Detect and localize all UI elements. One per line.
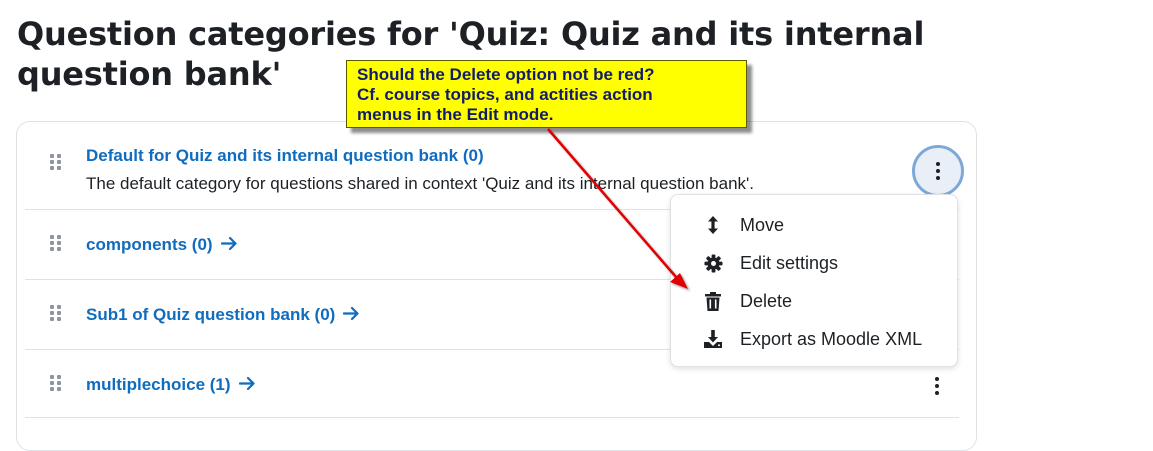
category-link[interactable]: multiplechoice (1) [86, 375, 256, 395]
menu-item-label: Delete [740, 290, 793, 311]
drag-handle-icon[interactable] [50, 235, 62, 251]
category-label: components (0) [86, 235, 213, 254]
category-link[interactable]: Default for Quiz and its internal questi… [86, 146, 484, 166]
actions-menu-button[interactable] [915, 364, 959, 408]
menu-item-label: Move [740, 214, 785, 235]
kebab-icon [935, 376, 939, 397]
arrow-right-icon [343, 306, 359, 321]
annotation-line: menus in the Edit mode. [357, 105, 554, 124]
actions-menu-button[interactable] [912, 145, 964, 197]
arrow-right-icon [220, 236, 237, 251]
menu-item-edit-settings[interactable]: Edit settings [671, 244, 957, 282]
drag-handle-icon[interactable] [50, 154, 62, 170]
category-label: Sub1 of Quiz question bank (0) [86, 305, 336, 324]
drag-handle-icon[interactable] [50, 375, 62, 391]
arrow-right-icon [238, 376, 255, 391]
menu-item-label: Edit settings [740, 252, 839, 273]
actions-dropdown-menu: Move Edit settings Delete Export as Mood… [670, 194, 958, 367]
category-label: multiplechoice (1) [86, 375, 231, 394]
kebab-icon [936, 161, 940, 182]
drag-handle-icon[interactable] [50, 305, 62, 321]
category-link[interactable]: Sub1 of Quiz question bank (0) [86, 305, 360, 325]
menu-item-move[interactable]: Move [671, 206, 957, 244]
annotation-line: Cf. course topics, and actities action [357, 85, 653, 104]
menu-item-label: Export as Moodle XML [740, 328, 923, 349]
menu-item-export-xml[interactable]: Export as Moodle XML [671, 320, 957, 358]
gear-icon [701, 251, 725, 275]
annotation-line: Should the Delete option not be red? [357, 65, 655, 84]
annotation-callout: Should the Delete option not be red? Cf.… [346, 60, 747, 128]
menu-item-delete[interactable]: Delete [671, 282, 957, 320]
category-link[interactable]: components (0) [86, 235, 238, 255]
trash-icon [701, 289, 725, 313]
move-vertical-icon [701, 213, 725, 237]
download-icon [701, 327, 725, 351]
category-description: The default category for questions share… [86, 174, 754, 193]
